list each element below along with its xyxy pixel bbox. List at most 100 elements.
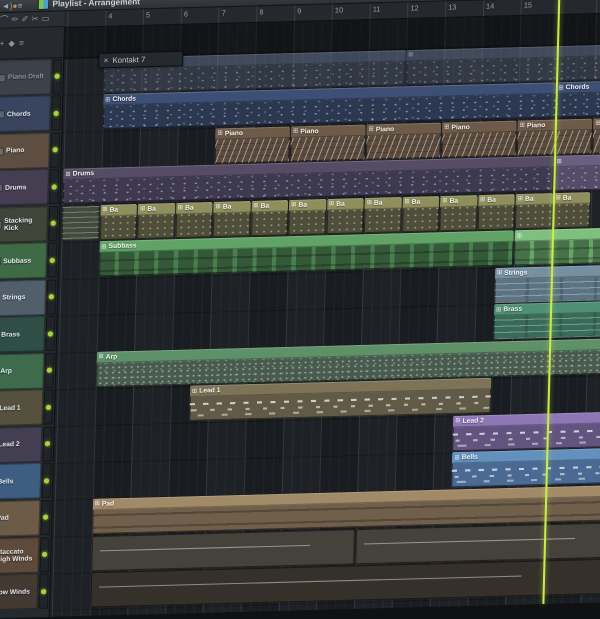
clip-header: ⊞Ba bbox=[327, 198, 364, 210]
track-mute-cell[interactable] bbox=[52, 59, 62, 94]
mute-led[interactable] bbox=[49, 294, 54, 299]
pattern-clip-ba[interactable]: ⊞Ba bbox=[250, 200, 288, 236]
pattern-clip-ba[interactable]: ⊞Ba bbox=[213, 201, 251, 237]
bar-number: 8 bbox=[259, 9, 263, 16]
pattern-clip-piano[interactable]: ⊞Piano bbox=[215, 126, 290, 163]
pattern-clip-ba[interactable]: ⊞Ba bbox=[477, 194, 515, 230]
track-name-button[interactable]: Staccato High Winds bbox=[0, 537, 39, 574]
pattern-clip-ba[interactable]: ⊞Ba bbox=[364, 197, 402, 233]
menu-icon[interactable]: ≡ bbox=[17, 1, 22, 10]
pattern-clip-brass[interactable]: ⊞Brass bbox=[493, 301, 600, 340]
track-mute-cell[interactable] bbox=[42, 426, 52, 461]
track-name-button[interactable]: Strings bbox=[0, 279, 46, 316]
pattern-icon: ⊞ bbox=[192, 388, 197, 394]
pattern-clip-ba[interactable]: ⊞Ba bbox=[99, 204, 137, 240]
track-mute-cell[interactable] bbox=[45, 316, 55, 351]
mute-led[interactable] bbox=[51, 221, 56, 226]
mute-led[interactable] bbox=[47, 368, 52, 373]
track-name-button[interactable]: Brass bbox=[0, 316, 45, 353]
select-icon[interactable]: ▭ bbox=[42, 15, 50, 23]
pattern-clip-piano[interactable]: ⊞Piano bbox=[366, 122, 441, 159]
pattern-clip-bells[interactable]: ⊞Bells bbox=[452, 448, 600, 488]
pattern-clip-ba[interactable]: ⊞Ba bbox=[288, 199, 326, 235]
track-name-button[interactable]: Drums bbox=[0, 169, 49, 206]
pattern-clip-lead-1[interactable]: ⊞Lead 1 bbox=[189, 378, 491, 421]
track-name-button[interactable]: Chords bbox=[0, 96, 51, 133]
track-mute-cell[interactable] bbox=[39, 573, 49, 608]
track-mute-cell[interactable] bbox=[47, 242, 57, 277]
mute-led[interactable] bbox=[50, 257, 55, 262]
track-name-button[interactable]: Stacking Kick bbox=[0, 206, 48, 243]
pattern-icon: ⊞ bbox=[102, 207, 107, 213]
pattern-clip[interactable] bbox=[355, 522, 600, 564]
brush-icon[interactable]: ✐ bbox=[21, 15, 28, 23]
pattern-clip-chords[interactable]: ⊞Chords bbox=[556, 80, 600, 117]
pattern-clip-ba[interactable]: ⊞Ba bbox=[175, 202, 213, 238]
track-mute-cell[interactable] bbox=[46, 279, 56, 314]
close-icon[interactable]: × bbox=[103, 56, 108, 64]
pencil-icon[interactable]: ✏ bbox=[11, 16, 18, 24]
mute-led[interactable] bbox=[43, 515, 48, 520]
pattern-clip-ba[interactable]: ⊞Ba bbox=[326, 198, 364, 234]
mute-led[interactable] bbox=[54, 74, 59, 79]
add-track-icon[interactable]: + bbox=[0, 39, 4, 48]
clip-note-preview bbox=[493, 312, 600, 339]
mute-led[interactable] bbox=[53, 110, 58, 115]
clip-note-preview bbox=[556, 92, 600, 118]
playlist-grid[interactable]: ⊞⊞⊞Chords⊞Chords⊞Piano⊞Piano⊞Piano⊞Piano… bbox=[49, 12, 600, 616]
pattern-clip[interactable] bbox=[91, 529, 355, 571]
track-name-button[interactable]: Low Winds bbox=[0, 574, 38, 611]
track-name-button[interactable]: Piano Draft bbox=[0, 59, 52, 96]
pattern-clip-piano[interactable]: ⊞Piano bbox=[592, 116, 600, 153]
track-name: Chords bbox=[7, 110, 31, 118]
pattern-clip-ba[interactable]: ⊞Ba bbox=[515, 193, 553, 229]
track-mute-cell[interactable] bbox=[41, 463, 51, 498]
track-name-button[interactable]: Bells bbox=[0, 463, 41, 500]
track-mute-cell[interactable] bbox=[44, 353, 54, 388]
pattern-clip-piano[interactable]: ⊞Piano bbox=[441, 120, 516, 157]
track-name-button[interactable]: Arp bbox=[0, 353, 44, 390]
plugin-window-titlebar[interactable]: × Kontakt 7 bbox=[99, 52, 182, 68]
pattern-clip-strings[interactable]: ⊞Strings bbox=[494, 264, 600, 303]
pattern-clip-ba[interactable]: ⊞Ba bbox=[553, 192, 591, 228]
instrument-icon bbox=[0, 147, 4, 155]
pattern-clip-piano[interactable]: ⊞Piano bbox=[290, 124, 365, 161]
pattern-clip[interactable] bbox=[62, 205, 100, 241]
pattern-clip[interactable]: ⊞ bbox=[554, 154, 600, 191]
volume-icon[interactable]: ◄) bbox=[1, 1, 12, 11]
mute-led[interactable] bbox=[45, 441, 50, 446]
pattern-clip-arp[interactable]: ⊞Arp bbox=[96, 338, 600, 387]
slice-icon[interactable]: ✂ bbox=[32, 15, 39, 23]
plugin-window-title: Kontakt 7 bbox=[112, 55, 145, 65]
track-mute-cell[interactable] bbox=[40, 500, 50, 535]
track-name-button[interactable]: Piano bbox=[0, 132, 50, 169]
magnet-icon[interactable]: ⌒ bbox=[0, 16, 8, 24]
track-mute-cell[interactable] bbox=[51, 95, 61, 130]
pattern-clip[interactable]: ⊞ bbox=[405, 44, 600, 85]
mute-led[interactable] bbox=[48, 331, 53, 336]
track-mute-cell[interactable] bbox=[49, 169, 59, 204]
track-name-button[interactable]: Lead 1 bbox=[0, 390, 43, 427]
mute-led[interactable] bbox=[46, 405, 51, 410]
pattern-clip[interactable]: ⊞ bbox=[514, 228, 600, 266]
pattern-clip-ba[interactable]: ⊞Ba bbox=[137, 203, 175, 239]
track-mute-cell[interactable] bbox=[43, 390, 53, 425]
mute-led[interactable] bbox=[52, 184, 57, 189]
pattern-clip-lead-2[interactable]: ⊞Lead 2 bbox=[452, 411, 600, 451]
pattern-icon: ⊞ bbox=[555, 195, 560, 201]
mute-led[interactable] bbox=[41, 589, 46, 594]
pattern-clip-ba[interactable]: ⊞Ba bbox=[439, 195, 477, 231]
track-name-button[interactable]: Lead 2 bbox=[0, 427, 42, 464]
track-mute-cell[interactable] bbox=[39, 537, 49, 572]
track-mute-cell[interactable] bbox=[50, 132, 60, 167]
mute-led[interactable] bbox=[44, 478, 49, 483]
track-name-button[interactable]: Pad bbox=[0, 500, 40, 537]
filter-icon[interactable]: ◆ bbox=[8, 39, 15, 48]
pattern-clip-ba[interactable]: ⊞Ba bbox=[402, 196, 440, 232]
collapse-icon[interactable]: ≡ bbox=[19, 38, 24, 47]
clip-note-preview bbox=[514, 239, 600, 266]
track-name-button[interactable]: Subbass bbox=[0, 243, 47, 280]
mute-led[interactable] bbox=[53, 147, 58, 152]
mute-led[interactable] bbox=[42, 552, 47, 557]
track-mute-cell[interactable] bbox=[48, 206, 58, 241]
